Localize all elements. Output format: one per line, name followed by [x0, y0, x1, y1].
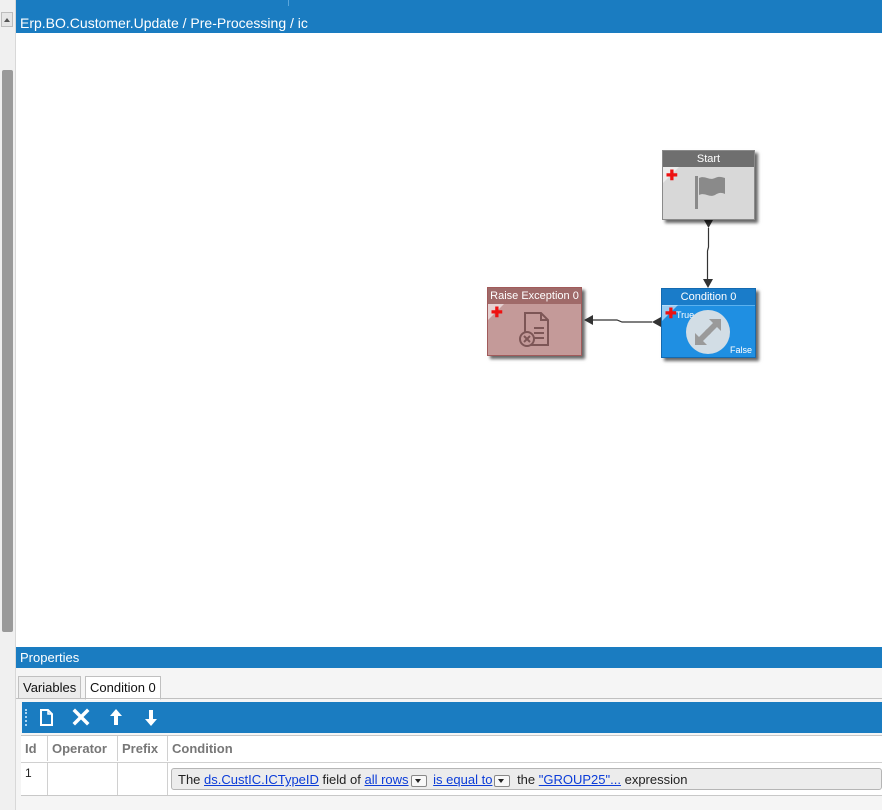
move-up-icon[interactable] [103, 705, 129, 730]
conditions-grid: Id Operator Prefix Condition 1 The ds.Cu… [21, 735, 882, 796]
column-header-prefix[interactable]: Prefix [118, 736, 168, 761]
condition-text: expression [624, 772, 688, 787]
start-node[interactable]: Start ✚ [662, 150, 755, 220]
properties-panel: Variables Condition 0 Id Operator Prefix… [16, 668, 882, 810]
false-branch-label: False [729, 345, 752, 355]
condition-text: field of [322, 772, 361, 787]
condition-text: the [517, 772, 536, 787]
add-icon[interactable]: ✚ [665, 306, 677, 320]
cell-prefix[interactable] [118, 762, 168, 795]
column-header-operator[interactable]: Operator [48, 736, 118, 761]
new-document-icon[interactable] [33, 705, 59, 730]
condition-node[interactable]: Condition 0 ✚ True False [661, 288, 756, 358]
start-node-title: Start [663, 151, 754, 167]
condition-node-title: Condition 0 [662, 289, 755, 306]
flag-icon [695, 176, 725, 209]
condition-input-arrow [703, 279, 713, 288]
tab-condition-0[interactable]: Condition 0 [85, 676, 161, 700]
column-header-id[interactable]: Id [21, 736, 48, 761]
scroll-up-button[interactable] [1, 12, 13, 27]
raise-exception-node[interactable]: Raise Exception 0 ✚ [487, 287, 582, 356]
conditions-toolbar [22, 702, 882, 733]
scroll-thumb[interactable] [2, 70, 13, 632]
properties-header: Properties [16, 647, 882, 668]
breadcrumb: Erp.BO.Customer.Update / Pre-Processing … [20, 15, 308, 31]
vertical-scrollbar[interactable] [0, 0, 16, 810]
tab-variables[interactable]: Variables [18, 676, 82, 699]
comparison-dropdown-icon[interactable] [494, 774, 511, 787]
tab-strip-remnant [16, 0, 289, 6]
delete-icon[interactable] [68, 705, 94, 730]
rows-link[interactable]: all rows [364, 772, 408, 787]
condition-text: The [178, 772, 201, 787]
tab-underline [16, 698, 882, 699]
document-error-icon [519, 312, 549, 347]
field-link[interactable]: ds.CustIC.ICTypeID [204, 772, 319, 787]
value-link[interactable]: "GROUP25"... [539, 772, 621, 787]
toolbar-grip[interactable] [25, 709, 29, 726]
cell-id[interactable]: 1 [21, 762, 48, 795]
comparison-link[interactable]: is equal to [433, 772, 492, 787]
rows-dropdown-icon[interactable] [410, 774, 427, 787]
add-icon[interactable]: ✚ [491, 305, 503, 319]
raise-input-arrow [584, 315, 593, 325]
start-output-port [704, 220, 713, 228]
add-icon[interactable]: ✚ [666, 168, 678, 182]
move-down-icon[interactable] [138, 705, 164, 730]
condition-expression[interactable]: The ds.CustIC.ICTypeID field of all rows… [171, 768, 882, 790]
grid-bottom-border [21, 795, 882, 796]
designer-header: Erp.BO.Customer.Update / Pre-Processing … [0, 0, 882, 33]
condition-arrows-icon [686, 310, 730, 354]
workflow-canvas[interactable]: Start ✚ Condition 0 ✚ True False Raise E… [16, 33, 882, 641]
condition-true-port [652, 317, 661, 327]
condition-to-raise-connector [592, 319, 652, 323]
cell-operator[interactable] [48, 762, 118, 795]
properties-title: Properties [20, 650, 80, 665]
raise-exception-title: Raise Exception 0 [488, 288, 581, 304]
column-header-condition[interactable]: Condition [168, 736, 882, 761]
start-to-condition-connector [706, 228, 710, 280]
